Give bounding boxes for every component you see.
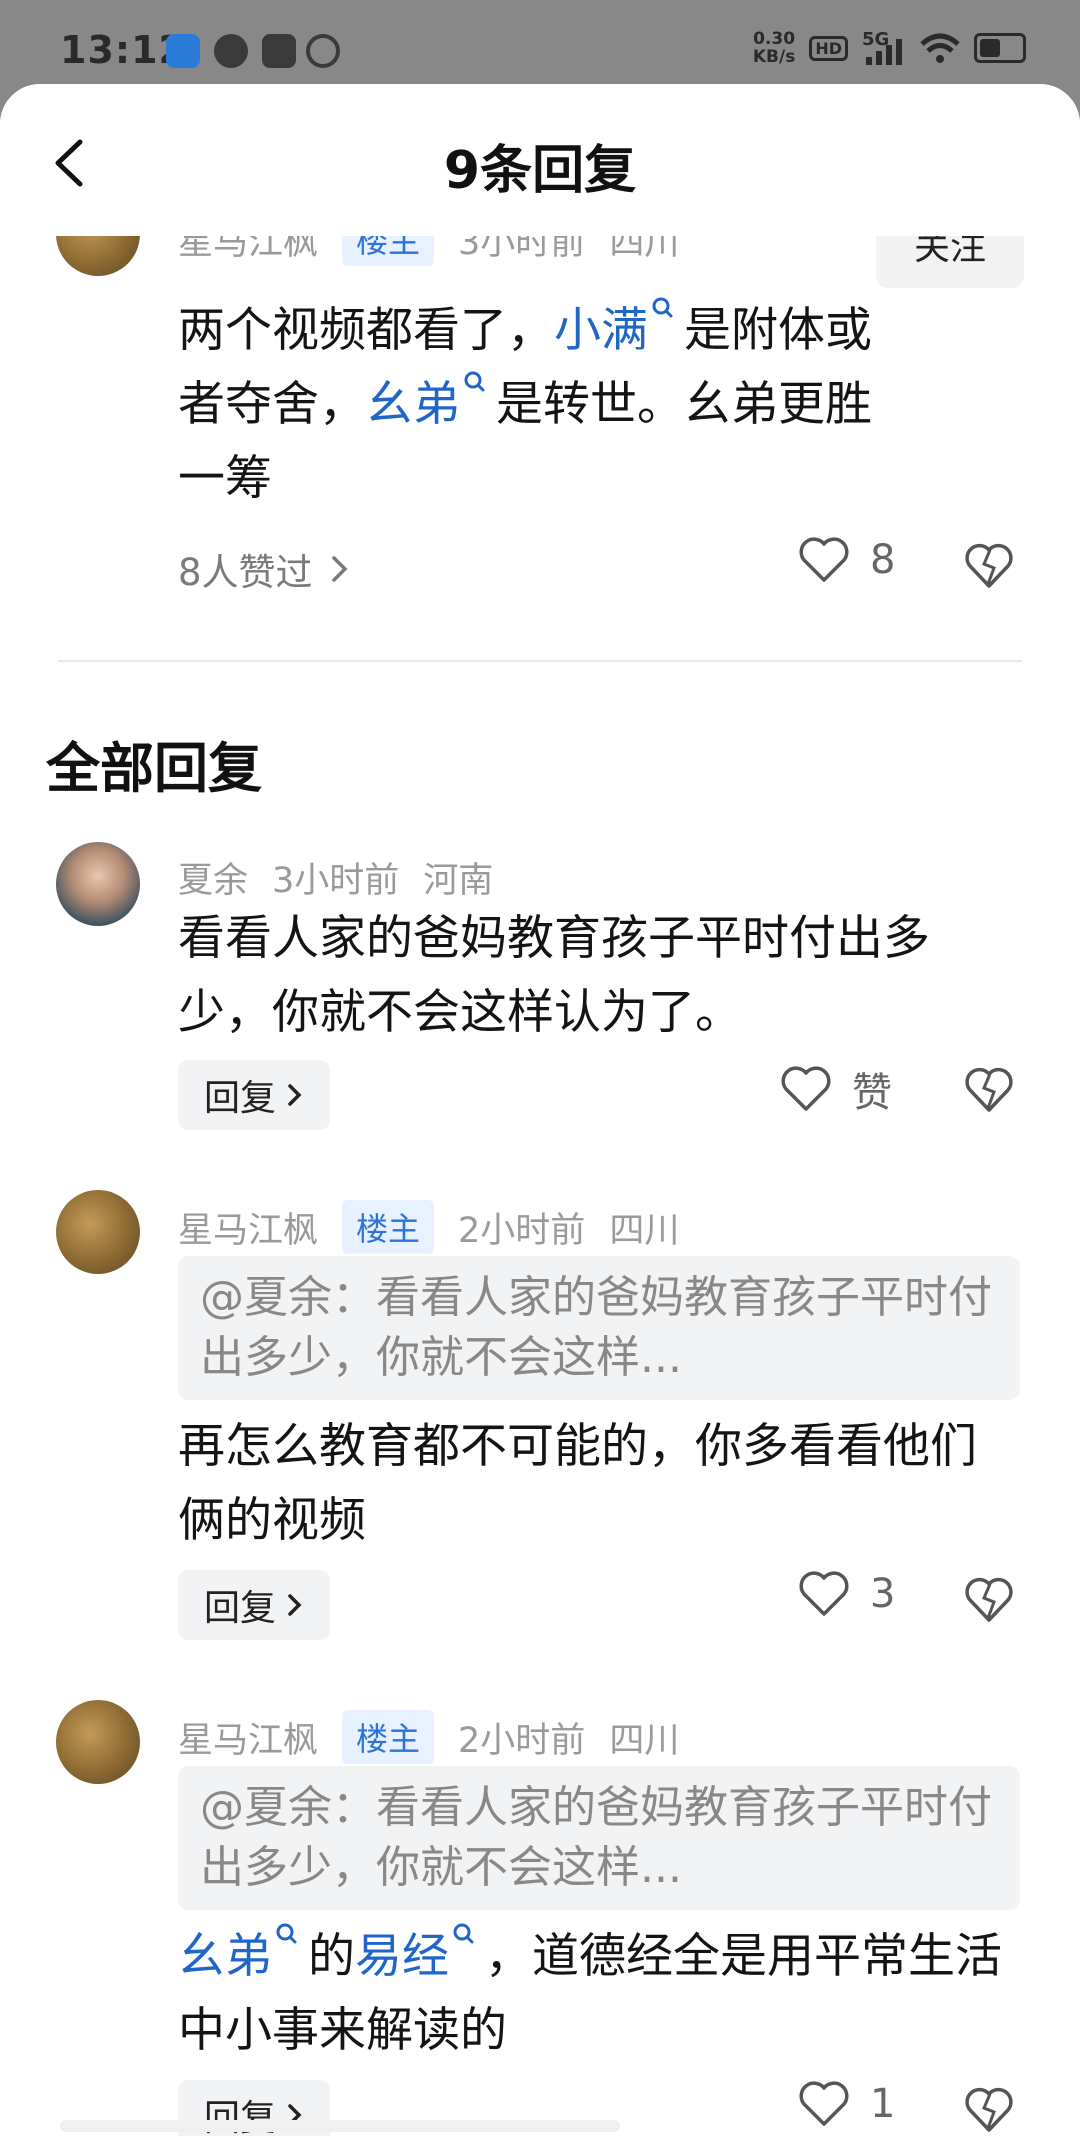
wifi-icon	[920, 33, 960, 63]
dislike-icon[interactable]	[964, 2084, 1014, 2134]
author-name[interactable]: 夏余	[178, 852, 248, 903]
search-icon	[650, 294, 674, 324]
reply-text: 再怎么教育都不可能的，你多看看他们俩的视频	[178, 1419, 977, 1548]
network-speed: 0.30 KB/s	[752, 29, 796, 67]
avatar[interactable]	[56, 1700, 140, 1784]
op-badge: 楼主	[342, 1200, 435, 1254]
battery-icon	[974, 33, 1026, 63]
app-notification-icon	[166, 34, 200, 68]
header: 9条回复	[0, 84, 1080, 236]
comment-time: 2小时前	[458, 1720, 586, 1761]
comment-meta: 夏余 3小时前 河南	[178, 852, 493, 903]
like-button[interactable]: 1	[798, 2080, 895, 2128]
comment-location: 四川	[609, 1210, 680, 1251]
quoted-reply[interactable]: @夏余：看看人家的爸妈教育孩子平时付出多少，你就不会这样...	[178, 1766, 1020, 1910]
likers-link[interactable]: 8人赞过	[178, 542, 351, 596]
reply-button[interactable]: 回复	[178, 1570, 331, 1640]
reply-button[interactable]: 回复	[178, 1060, 331, 1130]
like-count: 3	[870, 1571, 896, 1617]
keyword-link[interactable]: 小满	[554, 297, 684, 358]
section-title: 全部回复	[46, 737, 262, 800]
like-count: 8	[870, 537, 896, 583]
heart-icon	[781, 1066, 831, 1111]
author-name[interactable]: 星马江枫	[178, 1712, 318, 1763]
comment-meta: 星马江枫 楼主 2小时前 四川	[178, 1200, 679, 1254]
search-icon	[274, 1920, 298, 1950]
dislike-icon[interactable]	[964, 1064, 1014, 1114]
comment-location: 四川	[609, 1720, 680, 1761]
like-button[interactable]: 3	[798, 1570, 895, 1618]
chevron-right-icon	[288, 1084, 302, 1106]
chevron-right-icon	[331, 556, 348, 582]
page-title: 9条回复	[443, 141, 637, 201]
search-icon	[451, 1920, 475, 1950]
reply-sheet: 9条回复 星马江枫 楼主 3小时前 四川 关注 两个视频都看了，小满 是附体或 者…	[0, 84, 1080, 2136]
author-name[interactable]: 星马江枫	[178, 1202, 318, 1253]
search-icon	[462, 368, 486, 398]
heart-icon	[799, 537, 849, 582]
comment-time: 2小时前	[458, 1210, 586, 1251]
avatar[interactable]	[56, 1190, 140, 1274]
chevron-right-icon	[288, 1594, 302, 1616]
like-button[interactable]: 8	[798, 536, 895, 584]
signal-icon: 5G	[862, 29, 906, 65]
like-label: 赞	[852, 1070, 892, 1116]
like-button[interactable]: 赞	[780, 1060, 892, 1118]
dislike-icon[interactable]	[964, 1574, 1014, 1624]
comment-meta: 星马江枫 楼主 2小时前 四川	[178, 1710, 679, 1764]
sync-icon	[306, 34, 340, 68]
quoted-reply[interactable]: @夏余：看看人家的爸妈教育孩子平时付出多少，你就不会这样...	[178, 1256, 1020, 1400]
divider	[58, 660, 1022, 662]
keyword-link[interactable]: 幺弟	[366, 371, 496, 432]
comment-time: 3小时前	[272, 861, 400, 901]
op-badge: 楼主	[342, 1710, 435, 1764]
heart-icon	[799, 1571, 849, 1616]
avatar[interactable]	[56, 842, 140, 926]
heart-icon	[799, 2081, 849, 2126]
keyword-link[interactable]: 幺弟	[178, 1923, 308, 1984]
reply-text: 看看人家的爸妈教育孩子平时付出多少，你就不会这样认为了。	[178, 911, 930, 1040]
reply-text: 幺弟 的易经 ，道德经全是用平常生活中小事来解读的	[178, 1920, 1008, 2068]
toutiao-icon	[262, 34, 296, 68]
like-count: 1	[870, 2081, 896, 2127]
message-icon	[214, 34, 248, 68]
main-comment-text: 两个视频都看了，小满 是附体或 者夺舍，幺弟 是转世。幺弟更胜 一筹	[178, 294, 1008, 516]
home-indicator	[60, 2120, 620, 2132]
keyword-link[interactable]: 易经	[355, 1923, 485, 1984]
comment-location: 河南	[423, 861, 494, 901]
dislike-icon[interactable]	[964, 540, 1014, 590]
hd-icon: HD	[809, 35, 848, 61]
